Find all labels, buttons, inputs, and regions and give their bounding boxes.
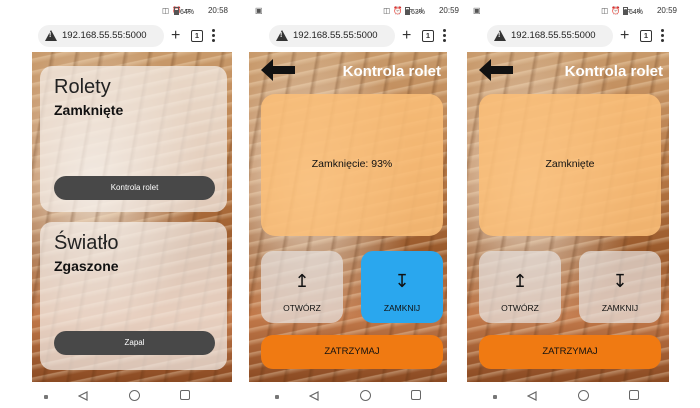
address-bar[interactable]: 192.168.55.55:5000 [487, 25, 613, 47]
page-title: Kontrola rolet [564, 63, 663, 80]
arrow-down-icon: ↧ [394, 271, 410, 291]
browser-toolbar: 192.168.55.55:5000 + 1 [467, 25, 677, 47]
browser-menu-icon[interactable] [661, 29, 664, 43]
screenshot-collage: ◫ ⏰ ᯤ 64% 20:58 192.168.55.55:5000 + 1 R… [0, 0, 700, 408]
status-bar: ◫ ⏰ ᯤ 64% 20:58 [14, 6, 232, 20]
status-bar: ▣ ◫ ⏰ ᯤ .ıl 64% 20:59 [463, 6, 681, 20]
web-page: Kontrola rolet Zamknięte ↥ OTWÓRZ ↧ ZAMK… [467, 52, 669, 382]
blinds-card-title: Rolety [54, 76, 111, 98]
nav-home-icon[interactable] [129, 390, 140, 401]
blinds-card-status: Zamknięte [54, 102, 124, 118]
arrow-down-icon: ↧ [612, 271, 628, 291]
address-bar[interactable]: 192.168.55.55:5000 [38, 25, 164, 47]
status-bar: ▣ ◫ ⏰ ᯤ .ıl 63% 20:59 [245, 6, 463, 20]
open-button-label: OTWÓRZ [501, 303, 539, 313]
tab-switcher-button[interactable]: 1 [422, 30, 434, 42]
phone-blinds-closing: ▣ ◫ ⏰ ᯤ .ıl 63% 20:59 192.168.55.55:5000… [245, 0, 463, 408]
open-button-label: OTWÓRZ [283, 303, 321, 313]
blinds-status-panel: Zamknięcie: 93% [261, 94, 443, 236]
phone-home-screen: ◫ ⏰ ᯤ 64% 20:58 192.168.55.55:5000 + 1 R… [14, 0, 232, 408]
battery-icon [404, 7, 410, 15]
close-button-label: ZAMKNIJ [383, 303, 421, 313]
blinds-control-button[interactable]: Kontrola rolet [54, 176, 215, 200]
android-nav-bar [463, 384, 681, 408]
close-button[interactable]: ↧ ZAMKNIJ [579, 251, 661, 323]
nav-indicator-icon [44, 395, 48, 399]
battery-level: 64% [173, 7, 194, 16]
back-arrow-icon[interactable] [261, 59, 295, 81]
notification-icon: ▣ [255, 6, 263, 15]
browser-menu-icon[interactable] [443, 29, 446, 43]
url-text: 192.168.55.55:5000 [293, 30, 378, 41]
nav-back-icon[interactable] [309, 391, 319, 401]
browser-menu-icon[interactable] [212, 29, 215, 43]
tab-switcher-button[interactable]: 1 [640, 30, 652, 42]
new-tab-plus-icon[interactable]: + [620, 25, 629, 47]
arrow-up-icon: ↥ [294, 271, 310, 291]
nav-indicator-icon [275, 395, 279, 399]
not-secure-warning-icon[interactable] [276, 30, 288, 41]
nav-home-icon[interactable] [578, 390, 589, 401]
battery-icon [173, 7, 179, 15]
close-button-label: ZAMKNIJ [601, 303, 639, 313]
nav-recent-apps-icon[interactable] [411, 390, 421, 400]
address-bar[interactable]: 192.168.55.55:5000 [269, 25, 395, 47]
blinds-card: Rolety Zamknięte Kontrola rolet [40, 66, 227, 212]
clock: 20:59 [656, 6, 677, 15]
clock: 20:58 [207, 6, 228, 15]
battery-level: 64% [622, 7, 643, 16]
nav-indicator-icon [493, 395, 497, 399]
not-secure-warning-icon[interactable] [45, 30, 57, 41]
arrow-up-icon: ↥ [512, 271, 528, 291]
android-nav-bar [245, 384, 463, 408]
back-arrow-icon[interactable] [479, 59, 513, 81]
new-tab-plus-icon[interactable]: + [171, 25, 180, 47]
web-page: Rolety Zamknięte Kontrola rolet Światło … [32, 52, 232, 382]
tab-switcher-button[interactable]: 1 [191, 30, 203, 42]
open-button[interactable]: ↥ OTWÓRZ [479, 251, 561, 323]
url-text: 192.168.55.55:5000 [511, 30, 596, 41]
stop-button[interactable]: ZATRZYMAJ [479, 335, 661, 369]
notification-icon: ▣ [473, 6, 481, 15]
stop-button[interactable]: ZATRZYMAJ [261, 335, 443, 369]
browser-toolbar: 192.168.55.55:5000 + 1 [249, 25, 459, 47]
nav-back-icon[interactable] [527, 391, 537, 401]
blinds-status-panel: Zamknięte [479, 94, 661, 236]
battery-level: 63% [404, 7, 425, 16]
new-tab-plus-icon[interactable]: + [402, 25, 411, 47]
light-on-button[interactable]: Zapal [54, 331, 215, 355]
close-button[interactable]: ↧ ZAMKNIJ [361, 251, 443, 323]
nav-home-icon[interactable] [360, 390, 371, 401]
light-card-status: Zgaszone [54, 258, 119, 274]
page-title: Kontrola rolet [342, 63, 441, 80]
browser-toolbar: 192.168.55.55:5000 + 1 [18, 25, 228, 47]
light-card: Światło Zgaszone Zapal [40, 222, 227, 370]
phone-blinds-closed: ▣ ◫ ⏰ ᯤ .ıl 64% 20:59 192.168.55.55:5000… [463, 0, 681, 408]
light-card-title: Światło [54, 232, 119, 254]
android-nav-bar [14, 384, 232, 408]
open-button[interactable]: ↥ OTWÓRZ [261, 251, 343, 323]
blinds-status-text: Zamknięcie: 93% [311, 158, 393, 170]
nav-back-icon[interactable] [78, 391, 88, 401]
nav-recent-apps-icon[interactable] [180, 390, 190, 400]
web-page: Kontrola rolet Zamknięcie: 93% ↥ OTWÓRZ … [249, 52, 447, 382]
not-secure-warning-icon[interactable] [494, 30, 506, 41]
nav-recent-apps-icon[interactable] [629, 390, 639, 400]
url-text: 192.168.55.55:5000 [62, 30, 147, 41]
clock: 20:59 [438, 6, 459, 15]
blinds-status-text: Zamknięte [545, 158, 595, 170]
battery-icon [622, 7, 628, 15]
